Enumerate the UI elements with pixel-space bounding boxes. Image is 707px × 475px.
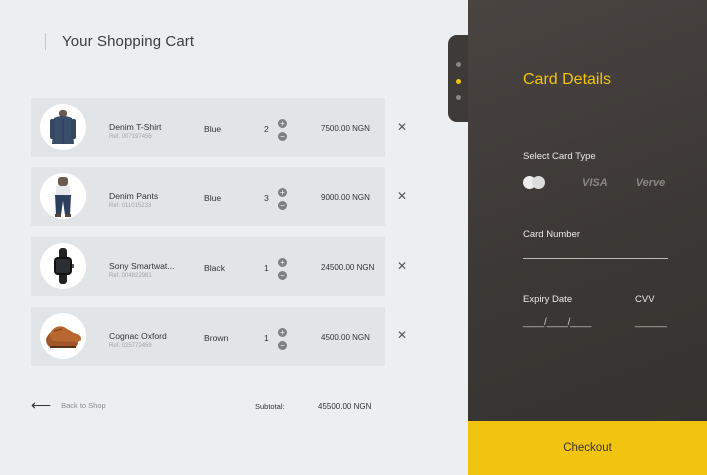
step-indicator-tab — [448, 35, 470, 122]
expiry-date-input[interactable]: ____/____/____ — [523, 317, 591, 328]
step-dot[interactable] — [456, 62, 461, 67]
remove-item-button[interactable]: ✕ — [397, 259, 407, 273]
cart-item: Sony Smartwat... Ref. 004822981 Black 1 … — [31, 237, 385, 296]
cart-panel: Your Shopping Cart Denim T-Shirt Ref. 00… — [0, 0, 468, 475]
item-price: 7500.00 NGN — [321, 124, 370, 133]
item-ref: Ref. 007197456 — [109, 134, 152, 140]
remove-item-button[interactable]: ✕ — [397, 120, 407, 134]
title-divider — [45, 33, 46, 50]
item-name: Cognac Oxford — [109, 331, 167, 341]
item-quantity: 1 — [264, 263, 269, 273]
arrow-left-icon: ⟵ — [31, 397, 52, 413]
item-quantity: 1 — [264, 333, 269, 343]
card-details-title: Card Details — [523, 71, 612, 88]
cvv-label: CVV — [635, 294, 655, 305]
item-color: Blue — [204, 124, 222, 134]
item-name: Sony Smartwat... — [109, 261, 175, 271]
item-price: 9000.00 NGN — [321, 193, 370, 202]
decrement-button[interactable]: − — [278, 132, 287, 141]
item-ref: Ref. 011015233 — [109, 203, 152, 209]
decrement-button[interactable]: − — [278, 201, 287, 210]
back-to-shop-link[interactable]: ⟵ Back to Shop — [31, 397, 106, 413]
page-title: Your Shopping Cart — [62, 33, 195, 50]
item-name: Denim Pants — [109, 191, 159, 201]
remove-item-button[interactable]: ✕ — [397, 328, 407, 342]
visa-option[interactable]: VISA — [582, 177, 608, 189]
quantity-stepper: + − — [278, 258, 288, 284]
card-type-label: Select Card Type — [523, 151, 596, 162]
card-number-label: Card Number — [523, 229, 581, 240]
item-price: 4500.00 NGN — [321, 333, 370, 342]
cvv-input[interactable]: ______ — [635, 317, 667, 328]
item-price: 24500.00 NGN — [321, 263, 375, 272]
item-color: Black — [204, 263, 226, 273]
increment-button[interactable]: + — [278, 119, 287, 128]
mastercard-icon[interactable] — [523, 176, 547, 190]
decrement-button[interactable]: − — [278, 341, 287, 350]
cart-item: Denim T-Shirt Ref. 007197456 Blue 2 + − … — [31, 98, 385, 157]
denim-pants-image — [40, 173, 86, 219]
step-dot-active[interactable] — [456, 79, 461, 84]
cart-item: Denim Pants Ref. 011015233 Blue 3 + − 90… — [31, 167, 385, 226]
checkout-button[interactable]: Checkout — [468, 421, 707, 475]
subtotal-label: Subtotal: — [255, 402, 285, 411]
item-ref: Ref. 004822981 — [109, 273, 152, 279]
card-type-options: VISA Verve — [523, 176, 665, 190]
smartwatch-image — [40, 243, 86, 289]
increment-button[interactable]: + — [278, 328, 287, 337]
item-color: Brown — [204, 333, 229, 343]
quantity-stepper: + − — [278, 188, 288, 214]
item-color: Blue — [204, 193, 222, 203]
item-ref: Ref. 025772459 — [109, 343, 152, 349]
verve-option[interactable]: Verve — [636, 177, 666, 189]
step-dot[interactable] — [456, 95, 461, 100]
increment-button[interactable]: + — [278, 258, 287, 267]
payment-panel: Card Details Select Card Type VISA Verve… — [468, 0, 707, 475]
increment-button[interactable]: + — [278, 188, 287, 197]
oxford-shoes-image — [40, 313, 86, 359]
card-number-input[interactable] — [523, 258, 668, 259]
quantity-stepper: + − — [278, 328, 288, 354]
cart-item: Cognac Oxford Ref. 025772459 Brown 1 + −… — [31, 307, 385, 366]
item-name: Denim T-Shirt — [109, 122, 162, 132]
subtotal-value: 45500.00 NGN — [318, 402, 372, 411]
decrement-button[interactable]: − — [278, 271, 287, 280]
expiry-date-label: Expiry Date — [523, 294, 573, 305]
item-quantity: 2 — [264, 124, 269, 134]
back-to-shop-label: Back to Shop — [61, 400, 106, 410]
quantity-stepper: + − — [278, 119, 288, 145]
item-quantity: 3 — [264, 193, 269, 203]
denim-shirt-image — [40, 104, 86, 150]
remove-item-button[interactable]: ✕ — [397, 189, 407, 203]
